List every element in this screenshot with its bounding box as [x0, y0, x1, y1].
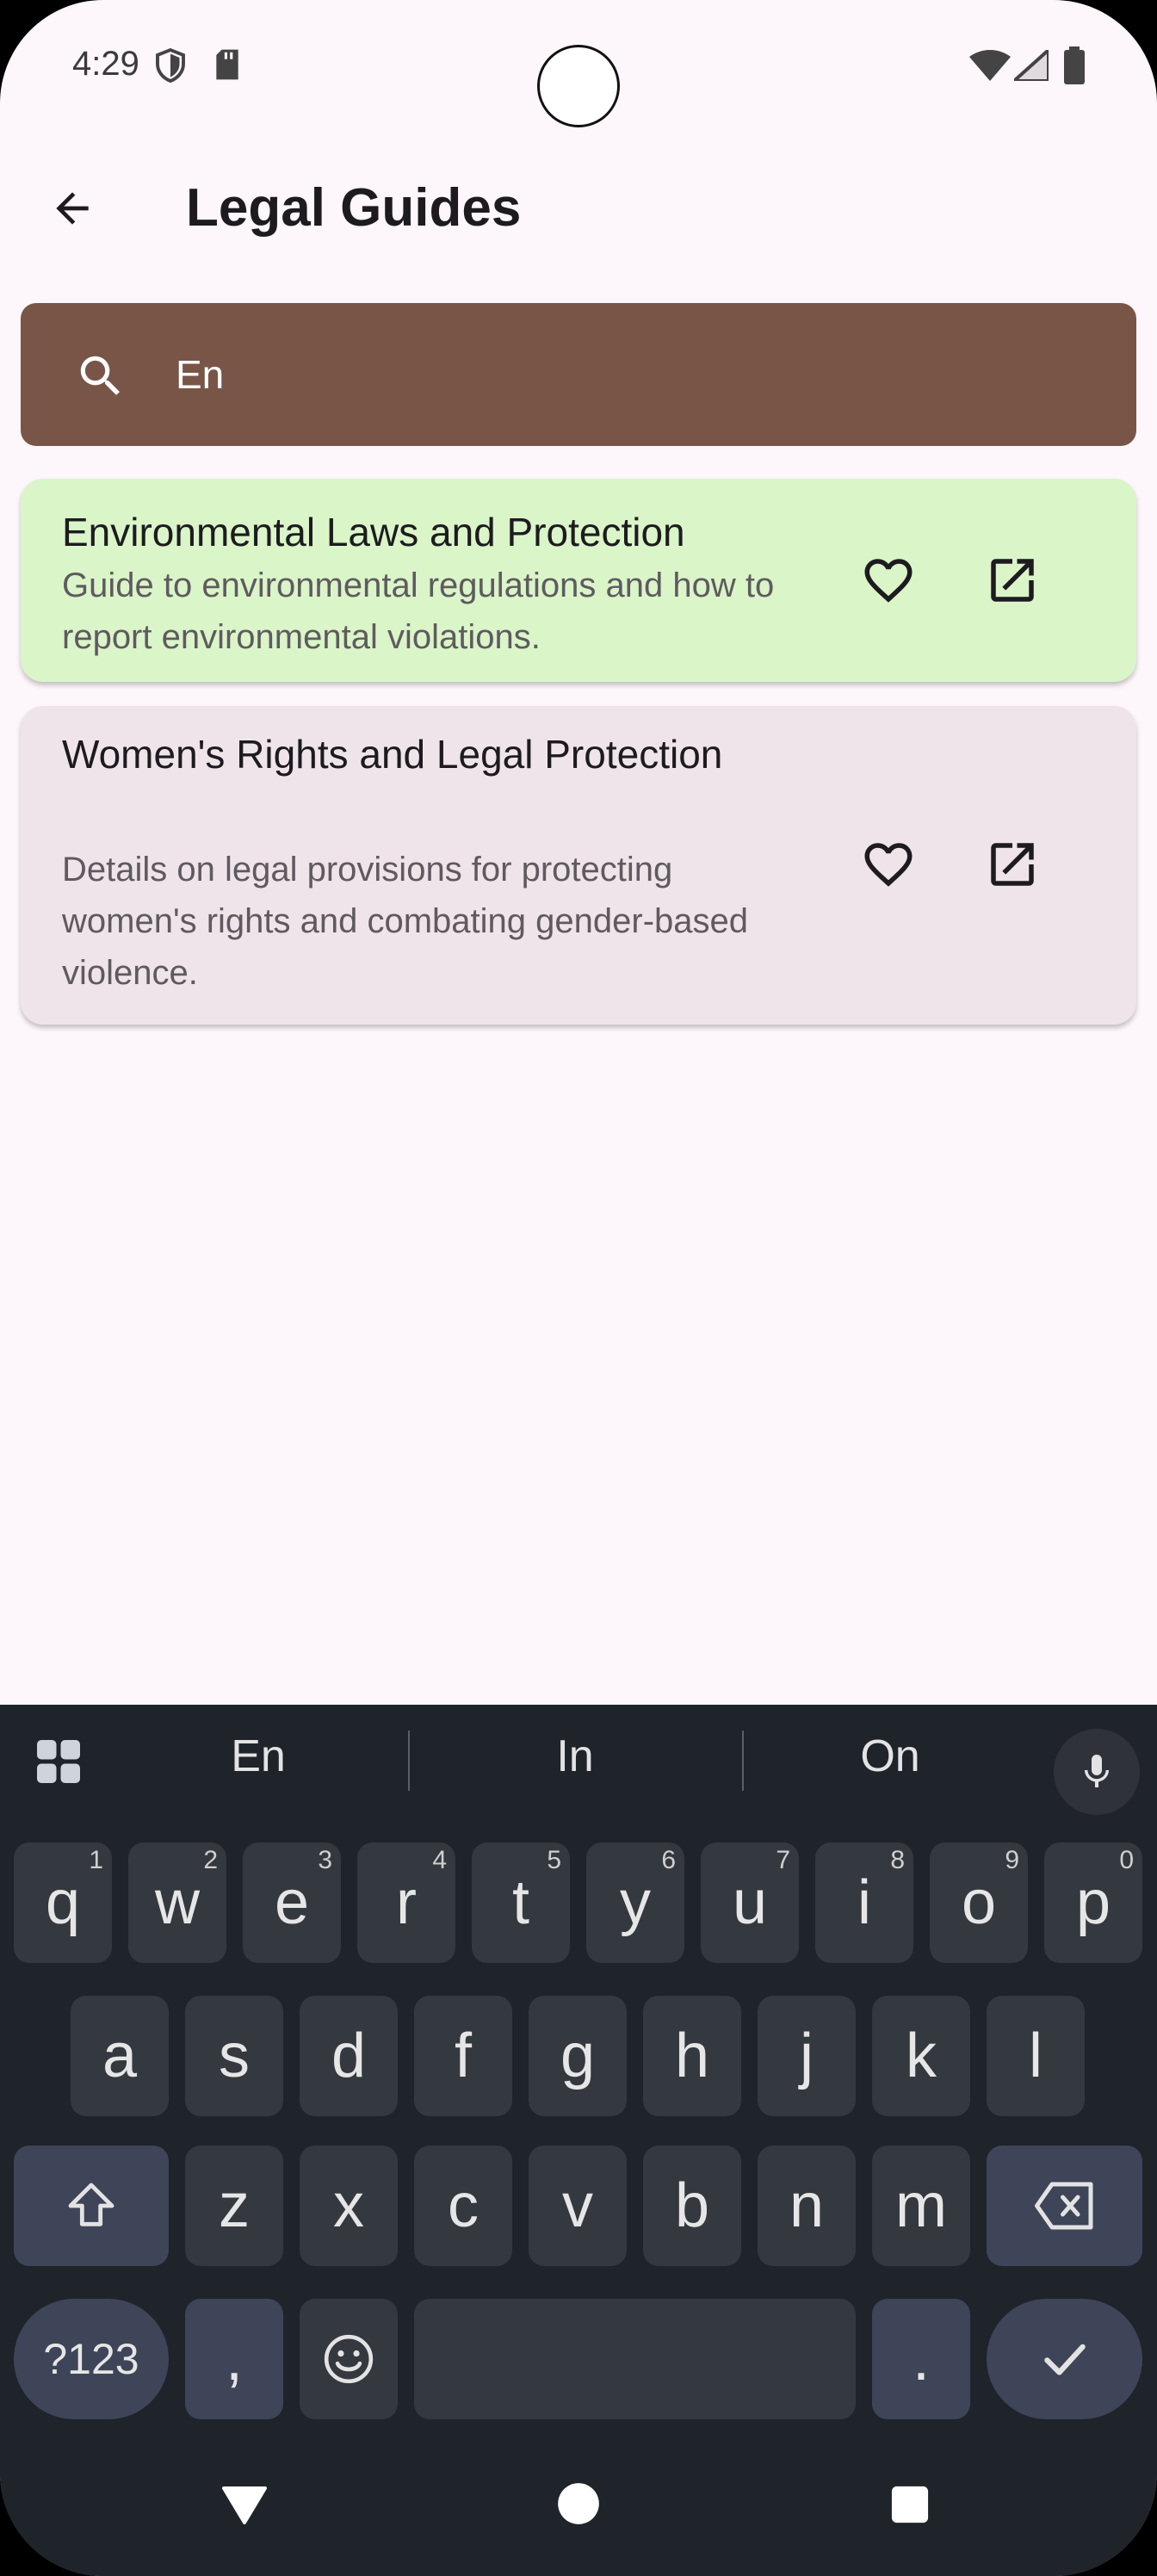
guide-title: Environmental Laws and Protection — [62, 510, 685, 554]
key-b[interactable]: b — [643, 2146, 741, 2266]
suggestion-1[interactable]: En — [129, 1731, 387, 1782]
key-w[interactable]: w2 — [128, 1842, 226, 1963]
search-input[interactable] — [176, 339, 1080, 410]
heart-outline-icon — [864, 559, 913, 603]
key-s[interactable]: s — [185, 1996, 283, 2116]
key-h[interactable]: h — [643, 1996, 741, 2116]
backspace-key[interactable] — [987, 2146, 1142, 2266]
symbols-key[interactable]: ?123 — [14, 2299, 169, 2419]
key-r[interactable]: r4 — [357, 1842, 455, 1963]
favorite-button[interactable] — [847, 539, 930, 622]
space-key[interactable] — [414, 2299, 856, 2419]
period-key[interactable]: . — [872, 2299, 970, 2419]
nav-home-icon[interactable] — [556, 2481, 601, 2530]
open-in-new-icon — [991, 559, 1034, 602]
front-camera — [537, 45, 620, 127]
battery-icon — [1064, 46, 1085, 89]
suggestion-divider — [742, 1731, 744, 1791]
key-k[interactable]: k — [872, 1996, 970, 2116]
key-f[interactable]: f — [414, 1996, 512, 2116]
mic-icon — [1085, 1755, 1109, 1787]
keyboard-apps-icon[interactable] — [33, 1736, 84, 1792]
key-n[interactable]: n — [758, 2146, 856, 2266]
key-m[interactable]: m — [872, 2146, 970, 2266]
key-e[interactable]: e3 — [243, 1842, 341, 1963]
suggestion-strip: En In On — [0, 1705, 1157, 1817]
key-l[interactable]: l — [987, 1996, 1085, 2116]
status-bar: 4:29 — [0, 0, 1157, 138]
heart-outline-icon — [864, 843, 913, 887]
key-u[interactable]: u7 — [701, 1842, 799, 1963]
sd-card-icon — [213, 48, 241, 85]
guide-card-environmental[interactable]: Environmental Laws and Protection Guide … — [21, 479, 1136, 682]
shift-icon — [68, 2183, 114, 2226]
key-a[interactable]: a — [71, 1996, 169, 2116]
backspace-icon — [1034, 2182, 1092, 2230]
suggestion-2[interactable]: In — [446, 1731, 704, 1782]
system-navigation-bar — [0, 2437, 1157, 2576]
key-g[interactable]: g — [529, 1996, 627, 2116]
page-title: Legal Guides — [186, 178, 522, 238]
key-v[interactable]: v — [529, 2146, 627, 2266]
suggestion-divider — [408, 1731, 410, 1791]
key-c[interactable]: c — [414, 2146, 512, 2266]
favorite-button[interactable] — [847, 823, 930, 906]
status-time: 4:29 — [72, 45, 139, 83]
shift-key[interactable] — [14, 2146, 169, 2266]
nav-back-icon[interactable] — [220, 2485, 269, 2530]
voice-input-button[interactable] — [1054, 1729, 1140, 1815]
key-i[interactable]: i8 — [815, 1842, 913, 1963]
app-bar: Legal Guides — [0, 146, 1157, 270]
guide-description: Guide to environmental regulations and h… — [62, 567, 775, 656]
arrow-back-icon — [56, 192, 89, 225]
open-external-button[interactable] — [971, 823, 1054, 906]
key-j[interactable]: j — [758, 1996, 856, 2116]
search-bar[interactable] — [21, 303, 1136, 446]
emoji-key[interactable] — [300, 2299, 398, 2419]
key-p[interactable]: p0 — [1044, 1842, 1142, 1963]
emoji-icon — [324, 2334, 374, 2384]
key-t[interactable]: t5 — [472, 1842, 570, 1963]
search-icon — [74, 350, 127, 407]
key-o[interactable]: o9 — [930, 1842, 1028, 1963]
key-d[interactable]: d — [300, 1996, 398, 2116]
signal-icon — [1009, 46, 1050, 85]
suggestion-3[interactable]: On — [761, 1731, 1019, 1782]
key-x[interactable]: x — [300, 2146, 398, 2266]
key-z[interactable]: z — [185, 2146, 283, 2266]
comma-key[interactable]: , — [185, 2299, 283, 2419]
done-key[interactable] — [987, 2299, 1142, 2419]
wifi-icon — [969, 50, 1011, 85]
shield-icon — [155, 47, 186, 87]
phone-screen: 4:29 Legal Guides Environmental L — [0, 0, 1157, 2576]
back-button[interactable] — [34, 170, 110, 246]
guide-description: Details on legal provisions for protecti… — [62, 851, 748, 992]
open-external-button[interactable] — [971, 539, 1054, 622]
nav-recents-icon[interactable] — [890, 2485, 930, 2529]
key-q[interactable]: q1 — [14, 1842, 112, 1963]
open-in-new-icon — [991, 843, 1034, 886]
check-icon — [1043, 2344, 1086, 2375]
guide-card-womens-rights[interactable]: Women's Rights and Legal Protection Deta… — [21, 706, 1136, 1025]
key-y[interactable]: y6 — [586, 1842, 684, 1963]
guide-title: Women's Rights and Legal Protection — [62, 732, 723, 777]
